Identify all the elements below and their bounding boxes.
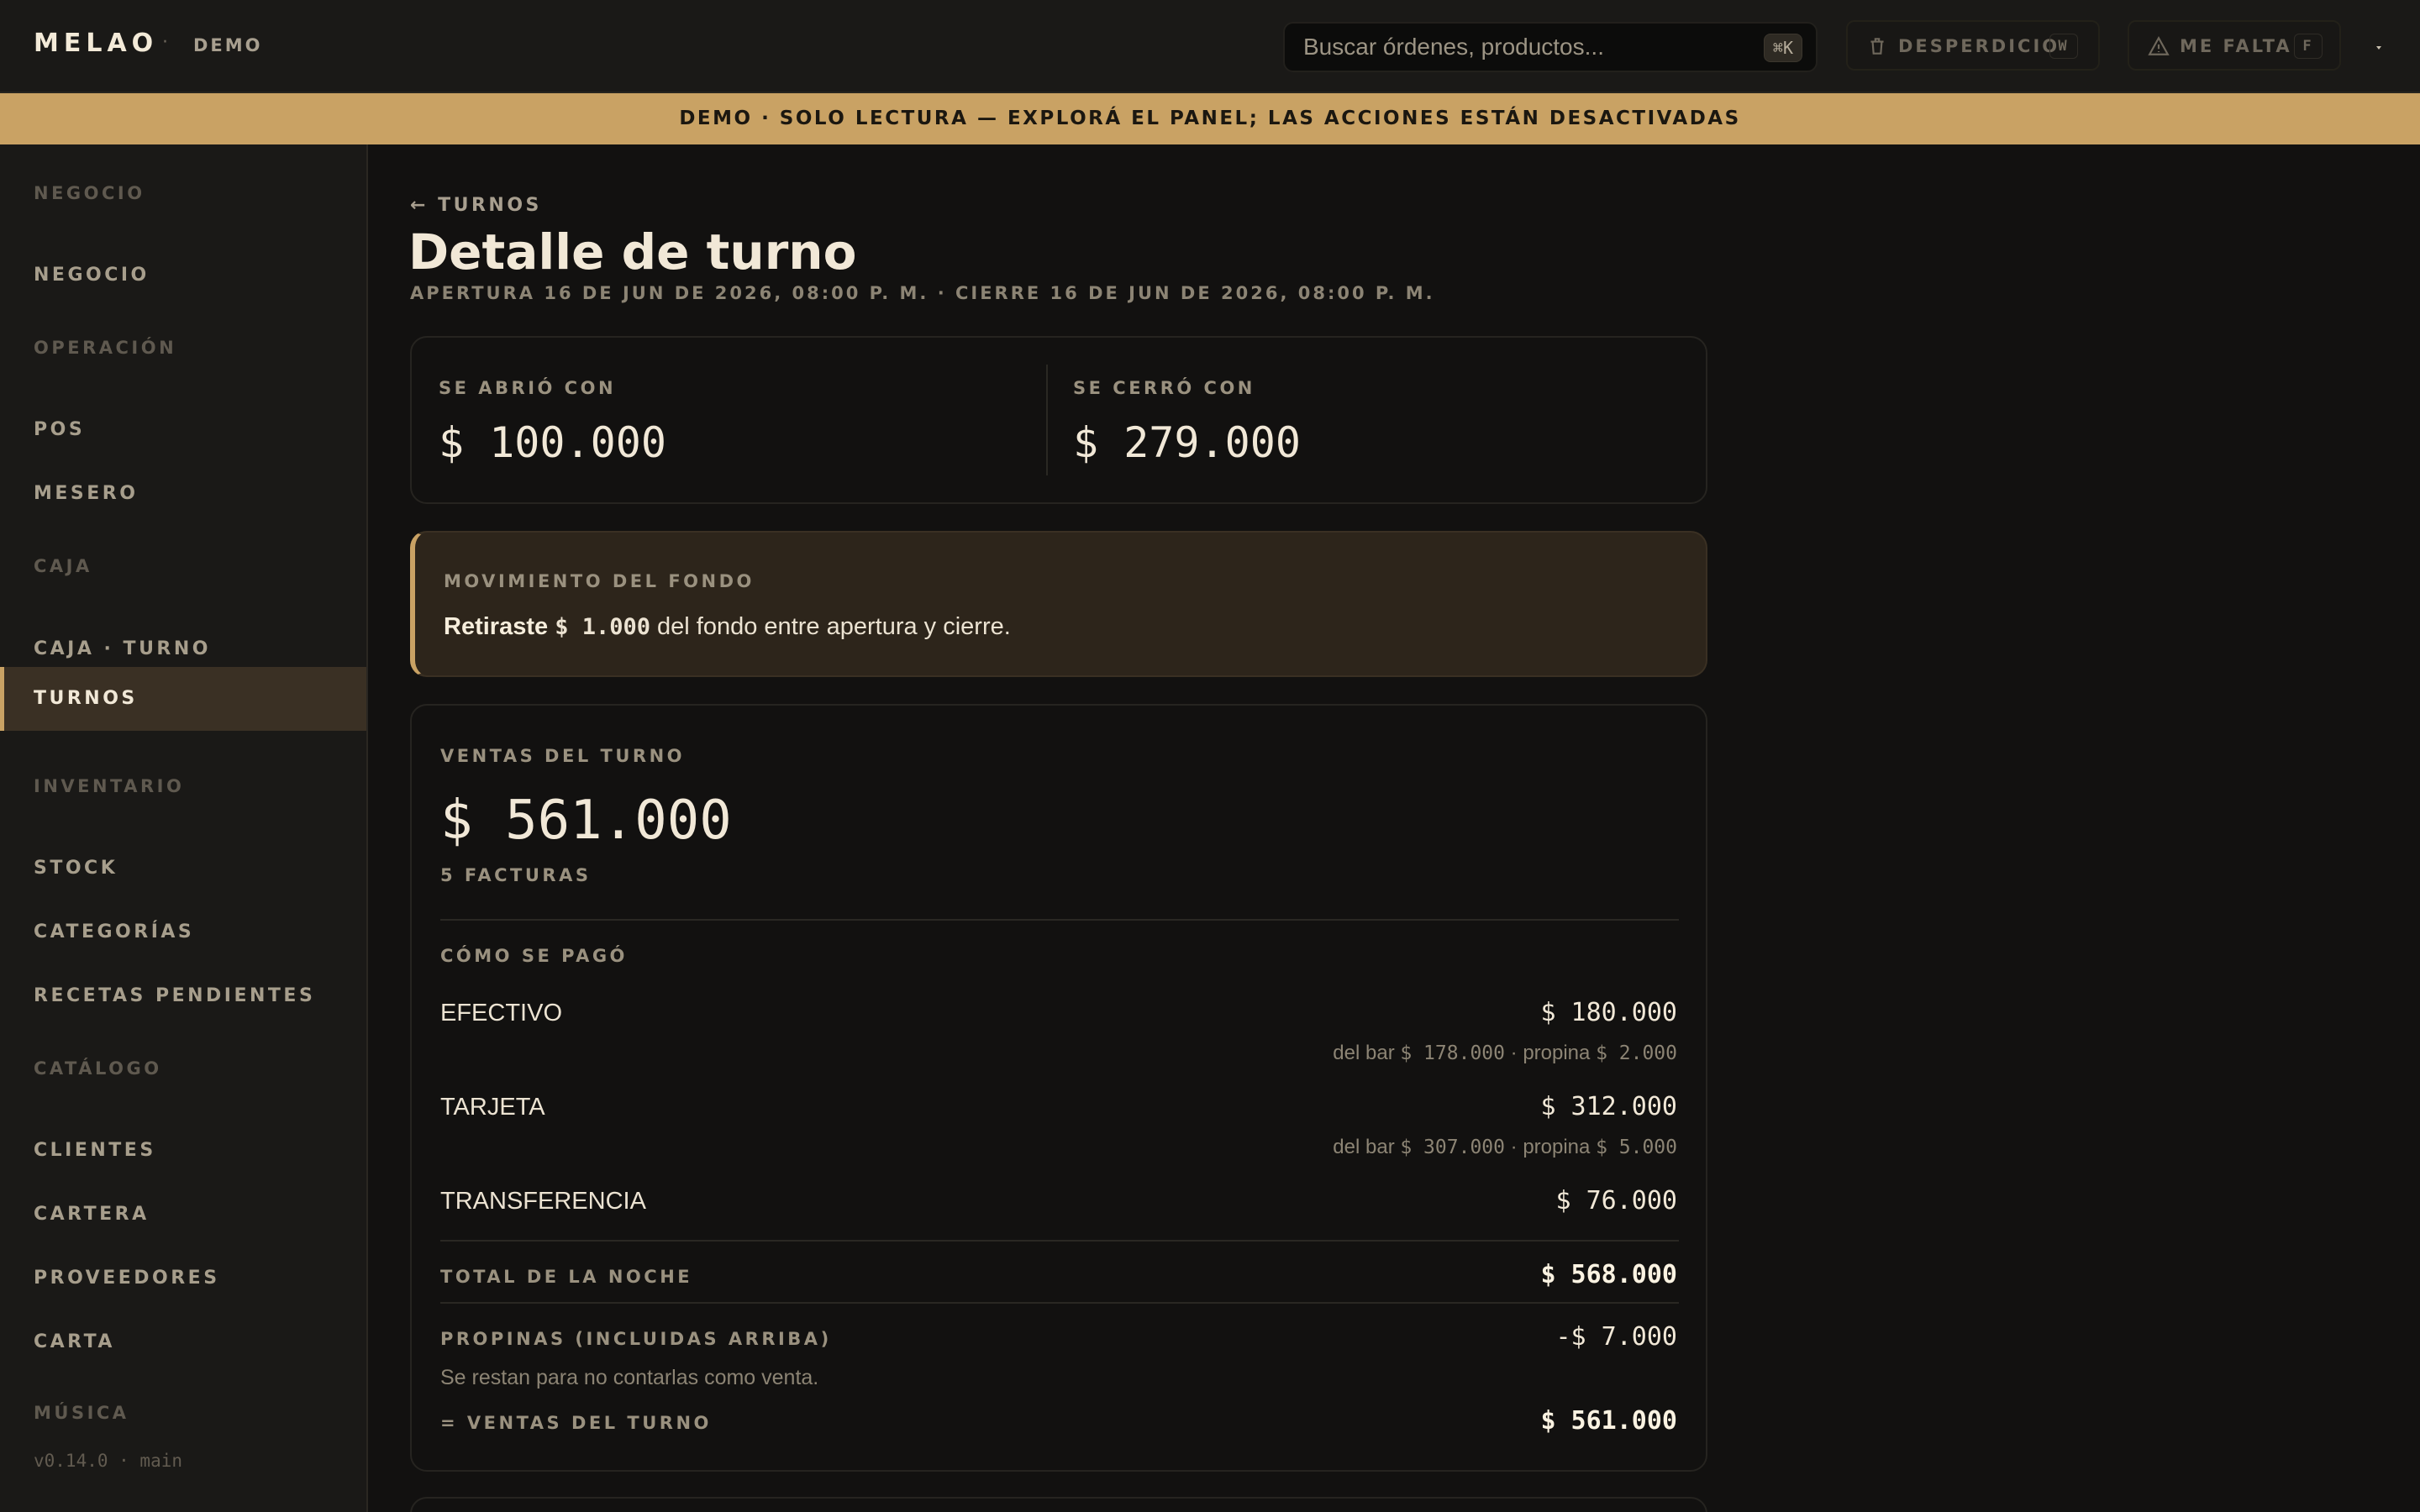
sidebar-item-label: CAJA · TURNO [34, 638, 211, 659]
next-card [410, 1497, 1707, 1512]
waste-shortcut: W [2049, 34, 2078, 59]
sidebar-section-operacion: OPERACIÓN [34, 338, 177, 358]
app-version: v0.14.0 · main [34, 1451, 183, 1471]
sidebar-section-catalogo: CATÁLOGO [34, 1058, 162, 1079]
payment-method-breakdown: del bar $ 307.000 · propina $ 5.000 [1333, 1136, 1677, 1159]
sidebar-item-label: TURNOS [34, 688, 138, 709]
waste-button-label: DESPERDICIO [1898, 36, 2060, 56]
payment-method-breakdown: del bar $ 178.000 · propina $ 2.000 [1333, 1042, 1677, 1065]
breakdown-tip-label: · propina [1510, 1136, 1591, 1158]
breakdown-bar-amount: $ 178.000 [1400, 1042, 1505, 1064]
missing-shortcut: F [2294, 34, 2323, 59]
sidebar-item-carta[interactable]: CARTA [0, 1310, 366, 1374]
sidebar-item-label: STOCK [34, 858, 118, 879]
net-sales-label: = VENTAS DEL TURNO [440, 1413, 712, 1433]
shift-sales-card: VENTAS DEL TURNO $ 561.000 5 FACTURAS CÓ… [410, 704, 1707, 1472]
trash-icon [1870, 38, 1884, 55]
fund-movement-rest: del fondo entre apertura y cierre. [657, 613, 1011, 640]
night-total-label: TOTAL DE LA NOCHE [440, 1267, 693, 1287]
shift-period: APERTURA 16 DE JUN DE 2026, 08:00 P. M. … [410, 283, 1435, 303]
sidebar-item-clientes[interactable]: CLIENTES [0, 1119, 366, 1183]
closed-with-value: $ 279.000 [1073, 418, 1301, 467]
divider [440, 919, 1679, 921]
closed-with-label: SE CERRÓ CON [1073, 378, 1255, 398]
sidebar-item-recetas-pendientes[interactable]: RECETAS PENDIENTES [0, 964, 366, 1028]
payment-method-name: EFECTIVO [440, 1000, 563, 1026]
breakdown-bar-label: del bar [1333, 1042, 1395, 1064]
payment-method-amount: $ 180.000 [1540, 998, 1677, 1027]
sidebar-item-label: RECETAS PENDIENTES [34, 985, 316, 1006]
opened-with-label: SE ABRIÓ CON [439, 378, 617, 398]
sidebar-item-stock[interactable]: STOCK [0, 837, 366, 900]
sidebar-item-pos[interactable]: POS [0, 398, 366, 462]
fund-movement-text: Retiraste $ 1.000 del fondo entre apertu… [444, 613, 1011, 641]
invoice-count: 5 FACTURAS [440, 865, 592, 885]
fund-movement-verb: Retiraste [444, 613, 549, 640]
brand-separator: · [162, 32, 168, 53]
sidebar-item-label: CLIENTES [34, 1140, 156, 1161]
demo-banner: DEMO · SOLO LECTURA — EXPLORÁ EL PANEL; … [0, 93, 2420, 144]
sidebar-item-categorias[interactable]: CATEGORÍAS [0, 900, 366, 964]
sidebar-item-cartera[interactable]: CARTERA [0, 1183, 366, 1247]
missing-button[interactable]: ME FALTA F [2128, 20, 2341, 71]
warning-triangle-icon [2148, 36, 2170, 55]
cash-summary-card: SE ABRIÓ CON $ 100.000 SE CERRÓ CON $ 27… [410, 336, 1707, 504]
sidebar-item-label: NEGOCIO [34, 265, 150, 286]
payment-methods-label: CÓMO SE PAGÓ [440, 946, 628, 966]
divider [440, 1240, 1679, 1242]
payment-method-amount: $ 312.000 [1540, 1092, 1677, 1121]
sidebar-item-label: CARTERA [34, 1204, 150, 1225]
divider [1046, 365, 1048, 475]
night-total-value: $ 568.000 [1540, 1260, 1677, 1289]
sidebar-item-mesero[interactable]: MESERO [0, 462, 366, 526]
payment-method-name: TRANSFERENCIA [440, 1188, 646, 1215]
breakdown-tip-amount: $ 5.000 [1596, 1137, 1677, 1158]
search-box[interactable]: ⌘K [1283, 22, 1818, 72]
search-shortcut: ⌘K [1763, 34, 1802, 62]
brand-logo[interactable]: MELAO [34, 29, 158, 58]
missing-button-label: ME FALTA [2180, 36, 2292, 56]
sidebar-item-label: POS [34, 419, 86, 440]
waste-button[interactable]: DESPERDICIO W [1846, 20, 2100, 71]
tips-note: Se restan para no contarlas como venta. [440, 1366, 819, 1389]
fund-movement-card: MOVIMIENTO DEL FONDO Retiraste $ 1.000 d… [410, 531, 1707, 677]
breakdown-tip-amount: $ 2.000 [1596, 1042, 1677, 1064]
opened-with-value: $ 100.000 [439, 418, 666, 467]
sidebar-section-negocio: NEGOCIO [34, 183, 145, 203]
shift-sales-label: VENTAS DEL TURNO [440, 746, 685, 766]
caret-down-icon[interactable] [2375, 44, 2383, 52]
sidebar-item-label: MESERO [34, 483, 139, 504]
sidebar-item-label: CARTA [34, 1331, 115, 1352]
sidebar-section-inventario: INVENTARIO [34, 776, 185, 796]
sidebar-item-negocio[interactable]: NEGOCIO [0, 244, 366, 307]
breakdown-bar-label: del bar [1333, 1136, 1395, 1158]
back-link[interactable]: ← TURNOS [410, 195, 542, 216]
sidebar-section-musica: MÚSICA [34, 1403, 129, 1423]
tips-label: PROPINAS (INCLUIDAS ARRIBA) [440, 1329, 832, 1349]
divider [440, 1302, 1679, 1304]
page-title: Detalle de turno [408, 223, 857, 281]
sidebar-section-caja: CAJA [34, 556, 92, 576]
sidebar-item-proveedores[interactable]: PROVEEDORES [0, 1247, 366, 1310]
breakdown-bar-amount: $ 307.000 [1400, 1137, 1505, 1158]
shift-sales-total: $ 561.000 [440, 790, 732, 852]
mode-label: DEMO [193, 35, 263, 55]
sidebar-item-label: CATEGORÍAS [34, 921, 195, 942]
fund-movement-label: MOVIMIENTO DEL FONDO [444, 571, 755, 591]
payment-method-name: TARJETA [440, 1094, 545, 1121]
top-bar: MELAO · DEMO ⌘K DESPERDICIO W ME FALTA F [0, 0, 2420, 93]
sidebar-item-turnos[interactable]: TURNOS [0, 667, 366, 731]
net-sales-value: $ 561.000 [1540, 1406, 1677, 1436]
search-input[interactable] [1303, 24, 1723, 71]
breakdown-tip-label: · propina [1510, 1042, 1591, 1064]
tips-value: -$ 7.000 [1555, 1322, 1678, 1352]
fund-movement-amount: $ 1.000 [555, 614, 650, 640]
sidebar-item-label: PROVEEDORES [34, 1268, 220, 1289]
payment-method-amount: $ 76.000 [1555, 1186, 1678, 1215]
sidebar: NEGOCIO NEGOCIO OPERACIÓN POS MESERO CAJ… [0, 144, 368, 1512]
